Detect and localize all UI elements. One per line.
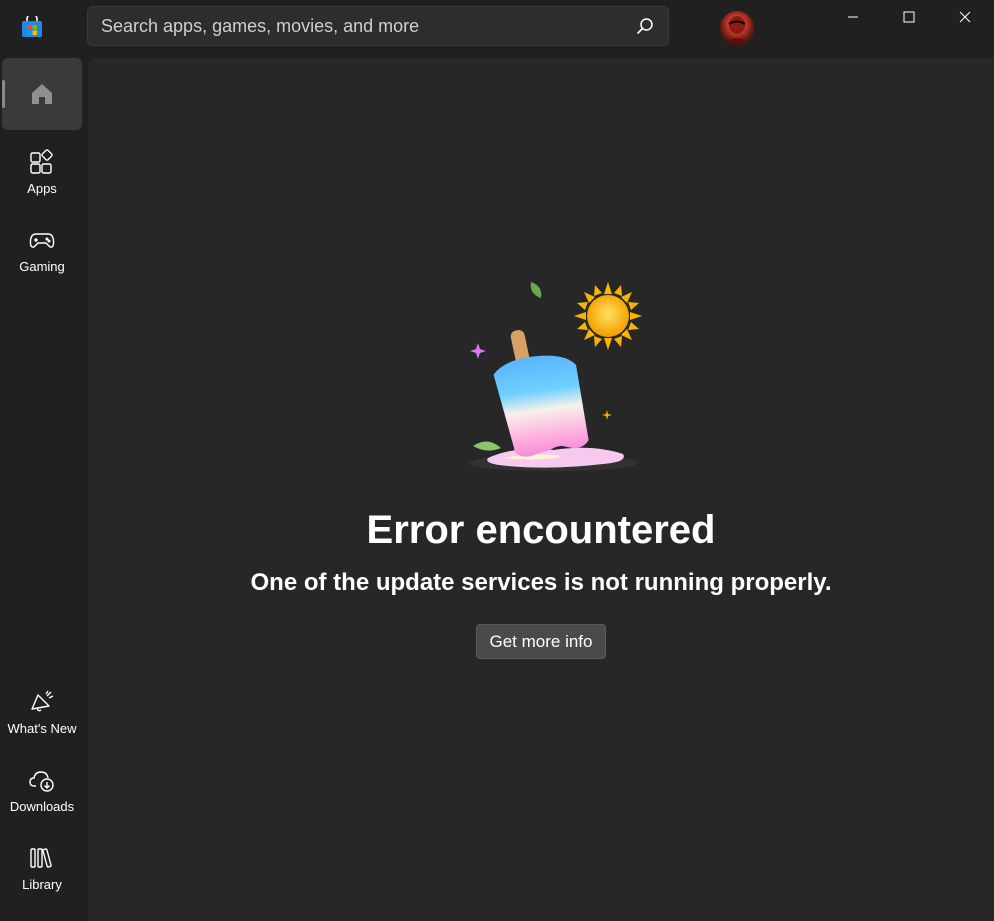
megaphone-icon [31, 690, 54, 711]
maximize-button[interactable] [881, 0, 937, 34]
minimize-icon [848, 16, 858, 18]
sidebar-item-whats-new[interactable]: What's New [2, 676, 82, 748]
close-icon [959, 11, 971, 23]
minimize-button[interactable] [825, 0, 881, 34]
sidebar-item-label: Downloads [9, 798, 75, 814]
sidebar-item-apps[interactable]: Apps [2, 136, 82, 208]
main-content: Error encountered One of the update serv… [88, 58, 994, 921]
search-input[interactable] [88, 7, 641, 45]
library-icon [30, 847, 52, 868]
sidebar-item-label: Library [22, 876, 62, 892]
sidebar-item-library[interactable]: Library [2, 832, 82, 904]
sidebar-item-label: Gaming [19, 258, 65, 274]
apps-icon [30, 148, 53, 174]
store-logo-icon [22, 16, 42, 37]
gamepad-icon [29, 232, 55, 248]
melting-popsicle-illustration [468, 282, 642, 471]
maximize-icon [903, 11, 915, 23]
avatar-image [724, 16, 750, 45]
title-bar [0, 0, 994, 56]
user-avatar[interactable] [720, 11, 754, 45]
sidebar-item-label: Apps [27, 180, 57, 196]
close-button[interactable] [937, 0, 993, 34]
sidebar-item-downloads[interactable]: Downloads [2, 754, 82, 826]
get-more-info-button[interactable]: Get more info [476, 624, 606, 659]
error-message: One of the update services is not runnin… [250, 569, 832, 596]
search-icon[interactable] [636, 17, 654, 35]
cloud-download-icon [29, 770, 54, 792]
error-title: Error encountered [366, 508, 716, 552]
home-icon [32, 84, 52, 104]
sidebar-item-label: What's New [7, 720, 77, 736]
sidebar: Apps Gaming What's New Downloads Library [0, 56, 86, 921]
sidebar-item-gaming[interactable]: Gaming [2, 214, 82, 286]
active-indicator [2, 80, 5, 108]
search-box[interactable] [87, 6, 669, 46]
sidebar-item-home[interactable] [2, 58, 82, 130]
